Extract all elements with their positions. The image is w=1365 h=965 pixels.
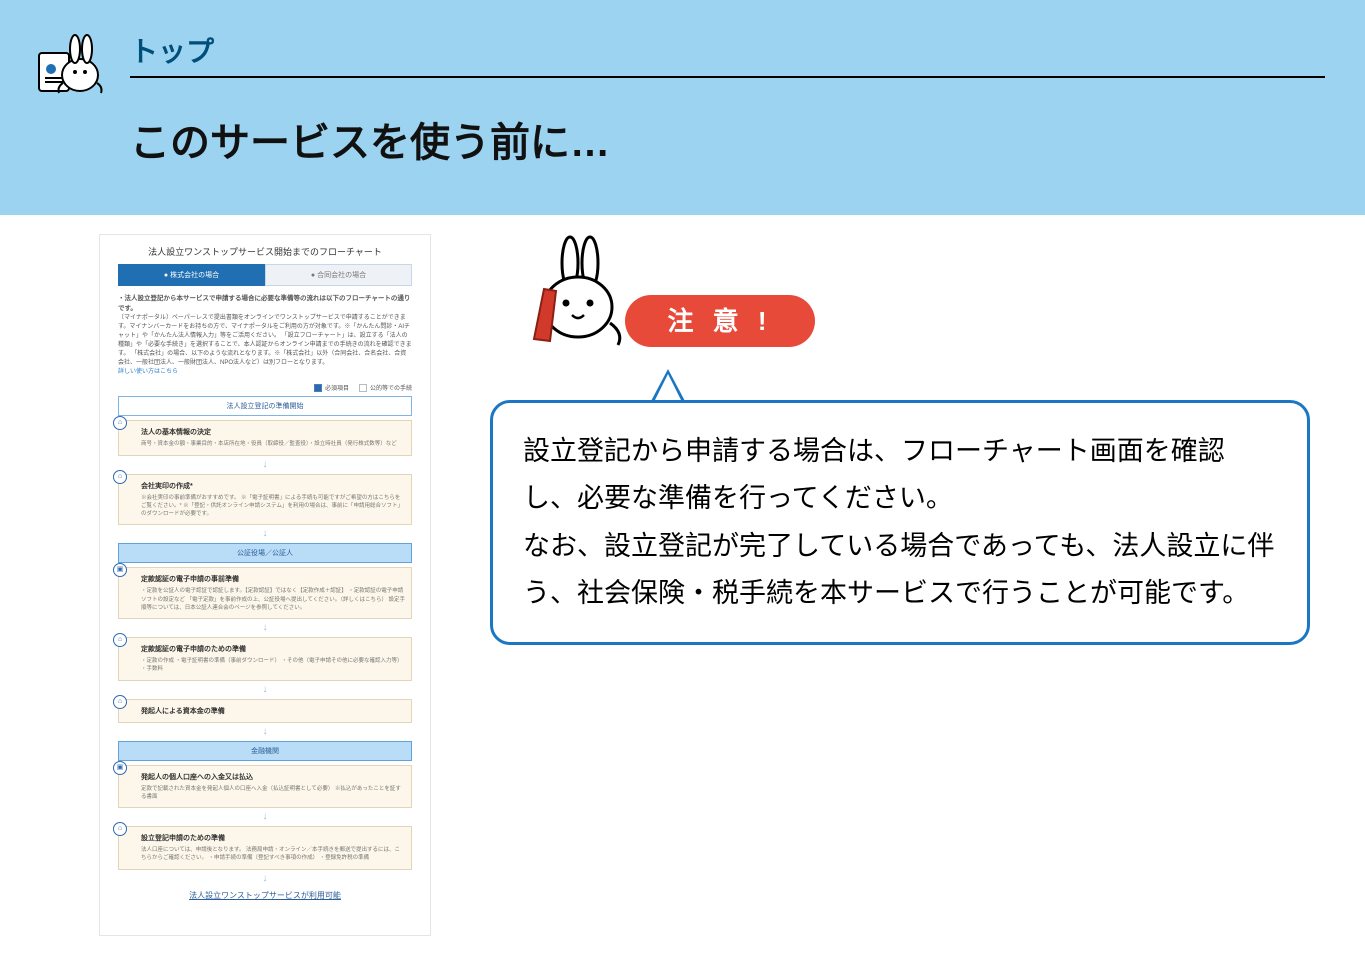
home-icon: ⌂: [113, 822, 127, 836]
flowchart-intro-body: 〔マイナポータル〕ペーパーレスで提出書類をオンラインでワンストップサービスで申請…: [118, 315, 412, 366]
flowchart-intro-link: 詳しい使い方はこちら: [118, 369, 178, 375]
home-icon: ⌂: [113, 470, 127, 484]
step-6-title: 発起人の個人口座への入金又は払込: [141, 772, 405, 782]
rabbit-mascot-pointing-icon: [510, 235, 630, 355]
tab-godo: ● 合同会社の場合: [265, 264, 412, 286]
section-bank: 金融機関: [118, 741, 412, 761]
arrow-icon: ↓: [100, 727, 430, 737]
section-start: 法人設立登記の準備開始: [118, 396, 412, 416]
top-label-wrap: トップ: [130, 30, 1325, 78]
arrow-icon: ↓: [100, 812, 430, 822]
step-2-title: 会社実印の作成*: [141, 481, 405, 491]
flowchart-final: 法人設立ワンストップサービスが利用可能: [118, 890, 412, 901]
arrow-icon: ↓: [100, 460, 430, 470]
section-notary: 公証役場／公証人: [118, 543, 412, 563]
legend-public: 公的等での手続: [359, 383, 412, 392]
step-5: ⌂ 発起人による資本金の準備: [118, 699, 412, 723]
step-6-body: 定款で記載された資本金を発起人個人の口座へ入金（払込証明書として必要） ※払込が…: [141, 785, 405, 802]
step-7: ⌂ 設立登記申請のための準備 法人口座については、申請後となります。 法務局申請…: [118, 826, 412, 870]
step-4-body: ・定款の作成 ・電子証明書の準備（事前ダウンロード） ・その他（電子申請その他に…: [141, 657, 405, 674]
arrow-icon: ↓: [100, 529, 430, 539]
step-4: ⌂ 定款認証の電子申請のための準備 ・定款の作成 ・電子証明書の準備（事前ダウン…: [118, 637, 412, 681]
step-7-body: 法人口座については、申請後となります。 法務局申請・オンライン／本手続きを郵送で…: [141, 846, 405, 863]
arrow-icon: ↓: [100, 623, 430, 633]
top-label: トップ: [130, 30, 1325, 70]
step-3-body: ・定款を公証人の電子認証で認証します。【定款認証】ではなく【定款作成＋認証】 ・…: [141, 587, 405, 612]
step-6: ▣ 発起人の個人口座への入金又は払込 定款で記載された資本金を発起人個人の口座へ…: [118, 765, 412, 809]
flowchart-tabs: ● 株式会社の場合 ● 合同会社の場合: [118, 264, 412, 286]
flowchart-screenshot: 法人設立ワンストップサービス開始までのフローチャート ● 株式会社の場合 ● 合…: [100, 235, 430, 935]
speech-text: 設立登記から申請する場合は、フローチャート画面を確認し、必要な準備を行ってくださ…: [523, 436, 1274, 608]
step-4-title: 定款認証の電子申請のための準備: [141, 644, 405, 654]
step-1: ⌂ 法人の基本情報の決定 商号・資本金の額・事業目的・本店所在地・役員（取締役／…: [118, 420, 412, 455]
legend-required: 必須項目: [314, 383, 349, 392]
step-1-title: 法人の基本情報の決定: [141, 427, 405, 437]
rabbit-mascot-top-icon: [35, 25, 115, 105]
step-2: ⌂ 会社実印の作成* ※会社実印の事前準備がおすすめです。 ※「電子証明書」によ…: [118, 474, 412, 526]
flowchart-legend: 必須項目 公的等での手続: [118, 383, 412, 392]
step-2-body: ※会社実印の事前準備がおすすめです。 ※「電子証明書」による手続も可能ですがご希…: [141, 494, 405, 519]
home-icon: ⌂: [113, 695, 127, 709]
flowchart-intro-bold: ・法人設立登記から本サービスで申請する場合に必要な準備等の流れは以下のフローチャ…: [118, 295, 410, 312]
step-3: ▣ 定款認証の電子申請の事前準備 ・定款を公証人の電子認証で認証します。【定款認…: [118, 567, 412, 619]
step-1-body: 商号・資本金の額・事業目的・本店所在地・役員（取締役／監査役）・設立時社員（発行…: [141, 440, 405, 448]
top-rule: [130, 76, 1325, 78]
warning-badge: 注 意 !: [625, 295, 815, 347]
flowchart-title: 法人設立ワンストップサービス開始までのフローチャート: [100, 235, 430, 264]
step-3-title: 定款認証の電子申請の事前準備: [141, 574, 405, 584]
tab-kabushiki: ● 株式会社の場合: [118, 264, 265, 286]
home-icon: ⌂: [113, 633, 127, 647]
building-icon: ▣: [113, 563, 127, 577]
arrow-icon: ↓: [100, 874, 430, 884]
step-7-title: 設立登記申請のための準備: [141, 833, 405, 843]
page-title: このサービスを使う前に…: [130, 110, 610, 168]
arrow-icon: ↓: [100, 685, 430, 695]
home-icon: ⌂: [113, 416, 127, 430]
flowchart-intro: ・法人設立登記から本サービスで申請する場合に必要な準備等の流れは以下のフローチャ…: [118, 294, 412, 377]
step-5-title: 発起人による資本金の準備: [141, 706, 405, 716]
building-icon: ▣: [113, 761, 127, 775]
speech-bubble: 設立登記から申請する場合は、フローチャート画面を確認し、必要な準備を行ってくださ…: [490, 400, 1310, 645]
